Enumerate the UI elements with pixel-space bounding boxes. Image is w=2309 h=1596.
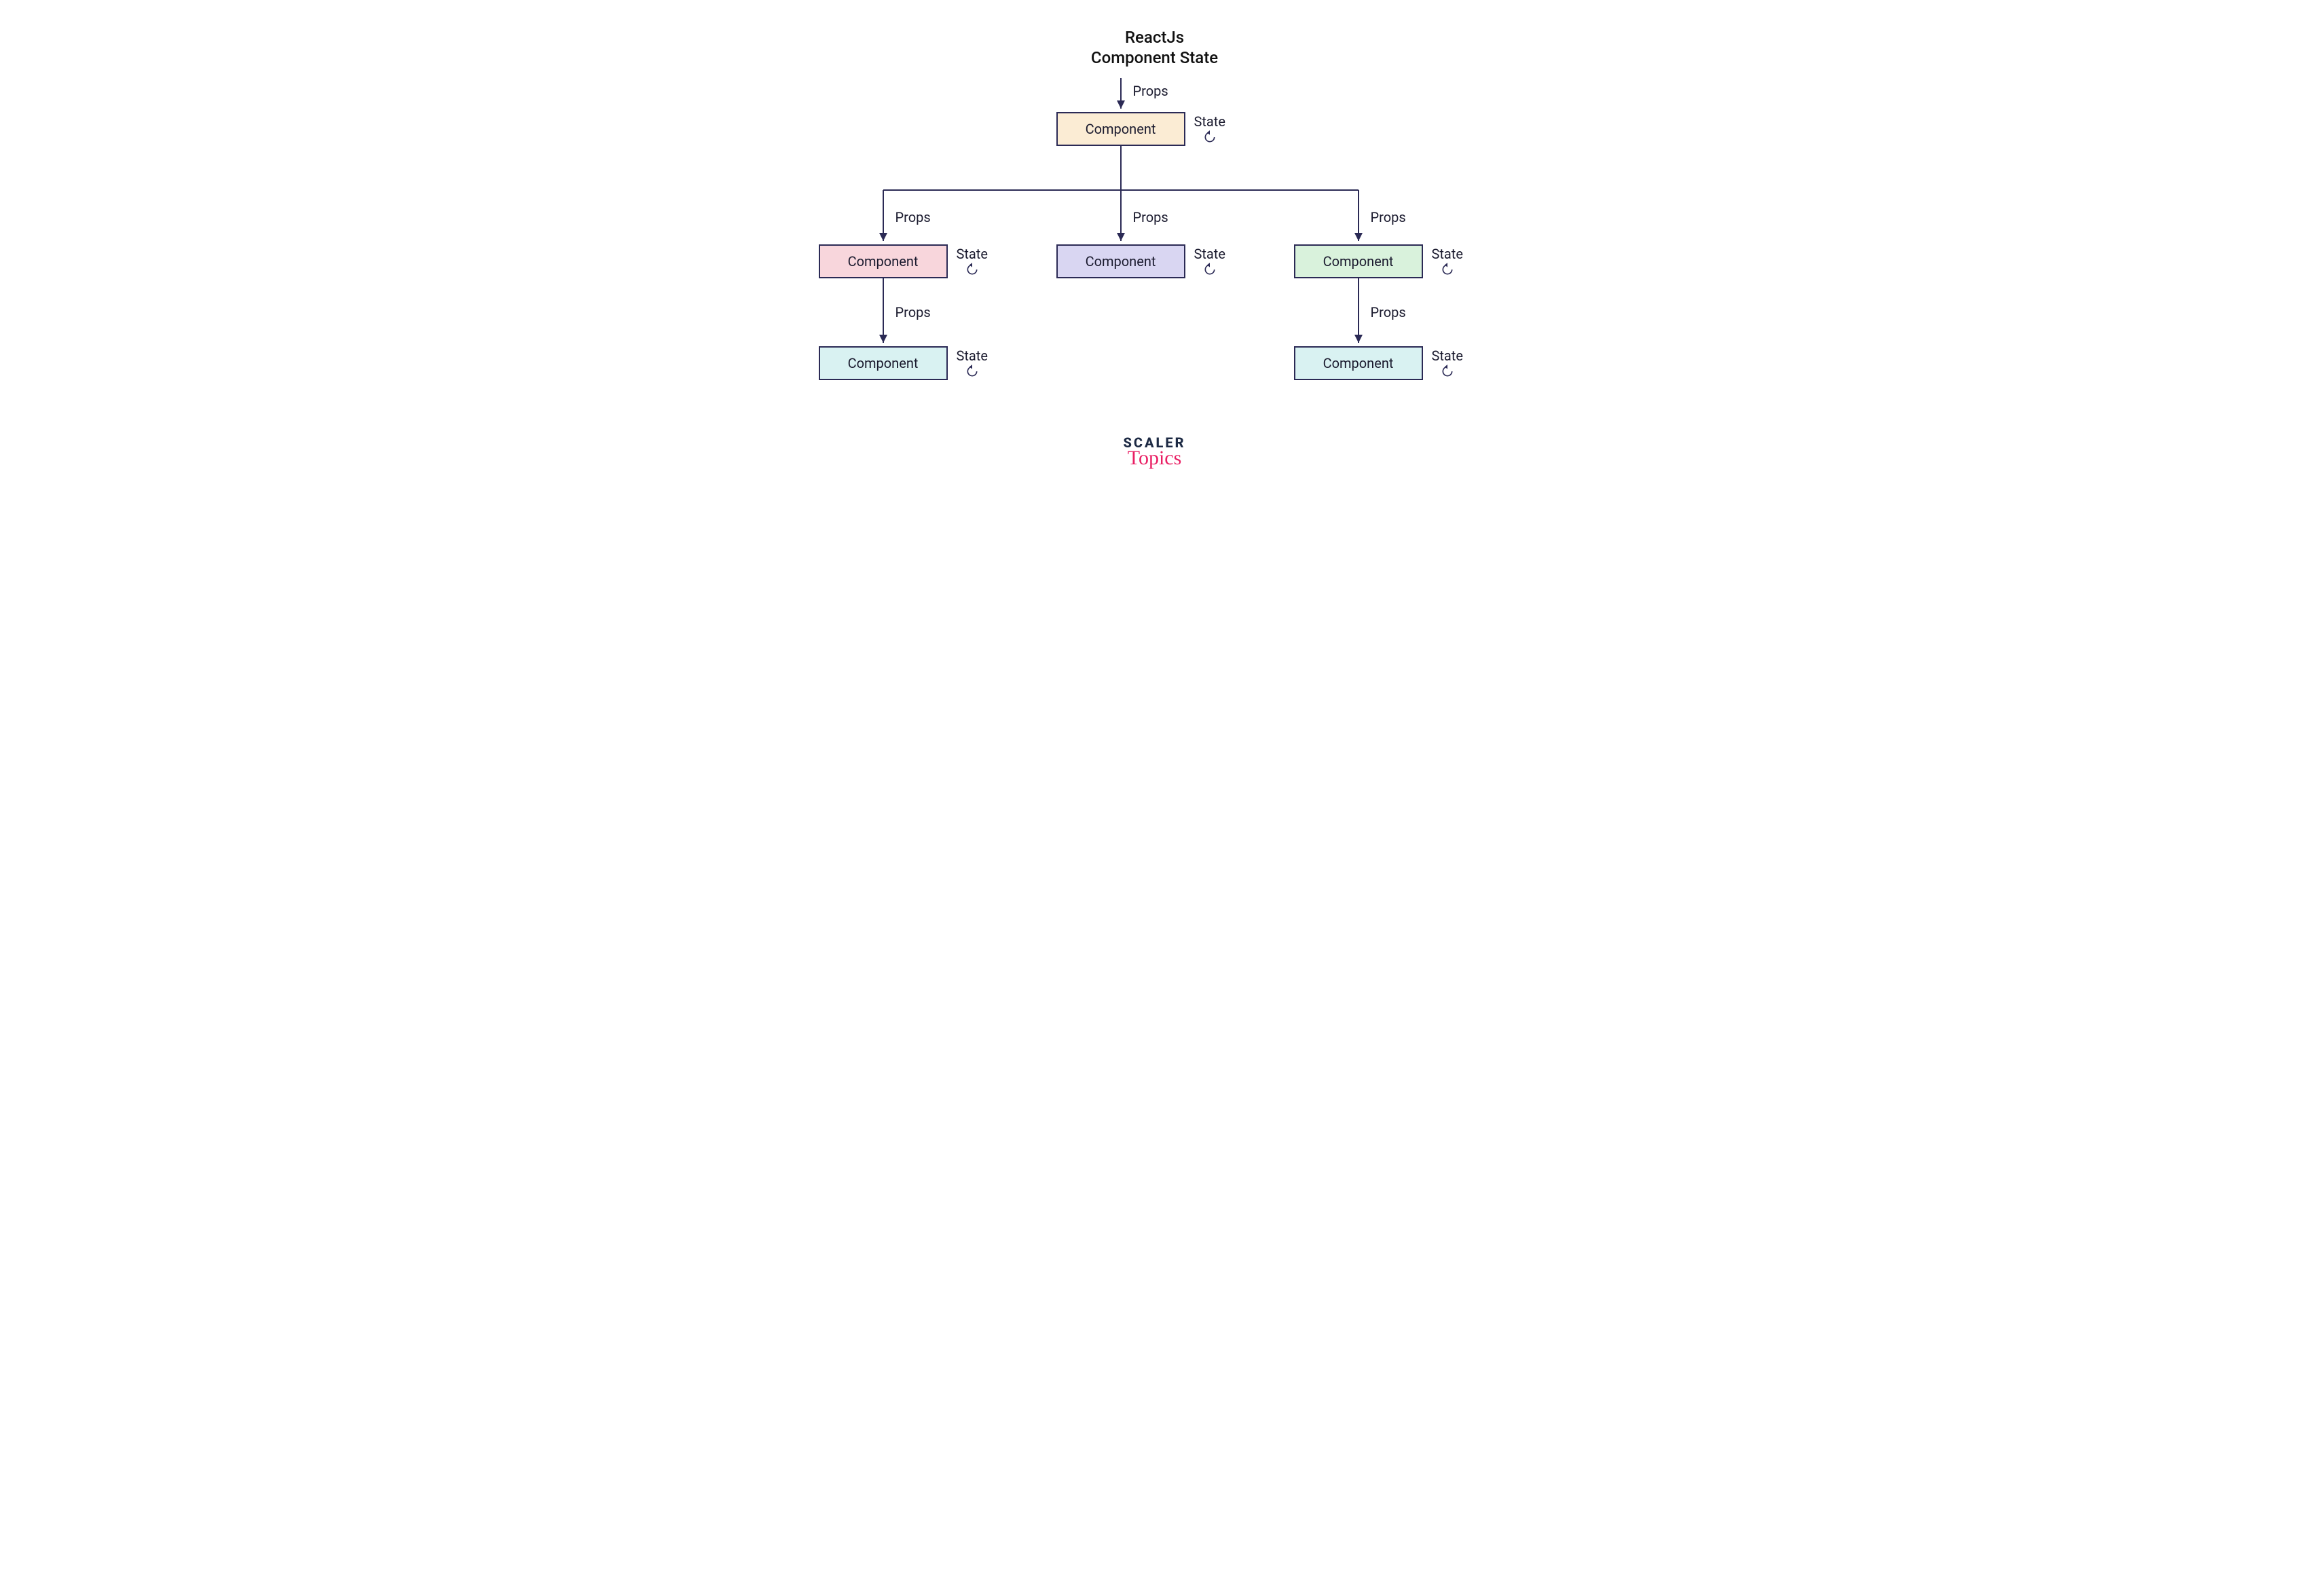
component-root: Component [1056,112,1185,146]
state-lleaf-text: State [957,348,988,363]
refresh-icon [1441,263,1454,276]
state-right-text: State [1432,246,1463,261]
state-root: State [1194,114,1225,144]
state-root-text: State [1194,114,1225,129]
refresh-icon [1203,130,1217,144]
diagram-title: ReactJs Component State [727,27,1583,68]
props-label-right: Props [1371,209,1406,225]
state-lleaf: State [957,348,988,378]
logo-line-2: Topics [1123,447,1185,470]
title-line-1: ReactJs [1125,28,1184,47]
title-line-2: Component State [1091,48,1218,67]
props-label-rleaf: Props [1371,304,1406,320]
component-rleaf: Component [1294,346,1423,380]
state-mid: State [1194,246,1225,276]
refresh-icon [965,263,979,276]
scaler-topics-logo: SCALER Topics [1123,434,1185,470]
props-label-left: Props [895,209,931,225]
component-mid-text: Component [1086,253,1156,270]
state-left-text: State [957,246,988,261]
state-mid-text: State [1194,246,1225,261]
component-lleaf: Component [819,346,948,380]
component-right-text: Component [1323,253,1394,270]
component-rleaf-text: Component [1323,355,1394,371]
props-label-lleaf: Props [895,304,931,320]
component-root-text: Component [1086,121,1156,137]
refresh-icon [965,365,979,378]
component-left: Component [819,244,948,278]
component-right: Component [1294,244,1423,278]
component-left-text: Component [848,253,919,270]
component-mid: Component [1056,244,1185,278]
state-rleaf: State [1432,348,1463,378]
props-label-mid: Props [1133,209,1168,225]
state-left: State [957,246,988,276]
refresh-icon [1203,263,1217,276]
refresh-icon [1441,365,1454,378]
props-label-root: Props [1133,83,1168,99]
component-lleaf-text: Component [848,355,919,371]
state-rleaf-text: State [1432,348,1463,363]
diagram-canvas: ReactJs Component State Props Props Prop… [727,0,1583,591]
state-right: State [1432,246,1463,276]
